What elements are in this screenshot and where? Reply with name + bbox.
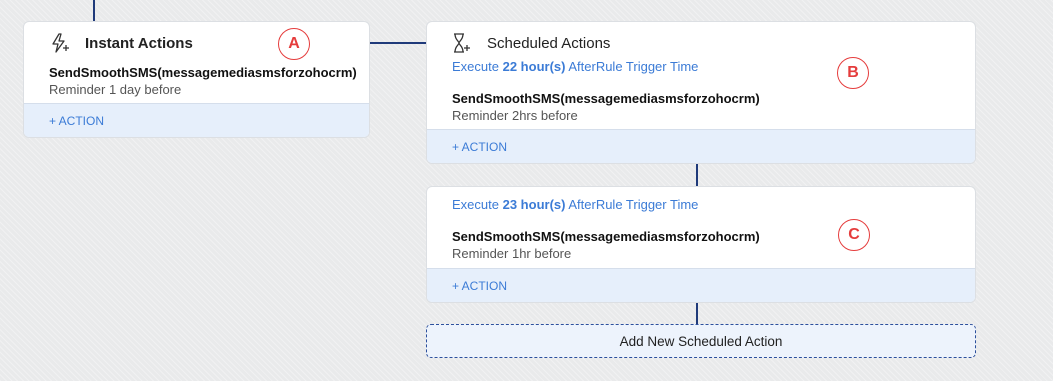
connector-scheduled-2-to-add: [696, 303, 698, 324]
action-description: Reminder 2hrs before: [452, 108, 578, 123]
scheduled-actions-card-1: Scheduled Actions Execute 22 hour(s) Aft…: [426, 21, 976, 164]
exec-suffix: AfterRule Trigger Time: [568, 59, 699, 74]
action-description: Reminder 1 day before: [49, 82, 182, 97]
scheduled-actions-title: Scheduled Actions: [487, 34, 611, 52]
exec-prefix: Execute: [452, 59, 499, 74]
add-action-button[interactable]: + ACTION: [24, 103, 369, 137]
hourglass-plus-icon: [451, 32, 471, 54]
exec-suffix: AfterRule Trigger Time: [568, 197, 699, 212]
connector-instant-to-scheduled: [369, 42, 426, 44]
instant-actions-card: Instant Actions SendSmoothSMS(messagemed…: [23, 21, 370, 138]
exec-duration: 23 hour(s): [502, 197, 566, 212]
add-action-button[interactable]: + ACTION: [427, 268, 975, 302]
scheduled-action-item[interactable]: SendSmoothSMS(messagemediasmsforzohocrm)…: [452, 91, 760, 123]
connector-top: [93, 0, 95, 21]
marker-c: C: [838, 219, 870, 251]
execute-schedule-link[interactable]: Execute 23 hour(s) AfterRule Trigger Tim…: [452, 197, 698, 212]
exec-prefix: Execute: [452, 197, 499, 212]
execute-schedule-link[interactable]: Execute 22 hour(s) AfterRule Trigger Tim…: [452, 59, 698, 74]
action-description: Reminder 1hr before: [452, 246, 572, 261]
instant-action-item[interactable]: SendSmoothSMS(messagemediasmsforzohocrm)…: [49, 65, 357, 97]
marker-a: A: [278, 28, 310, 60]
action-name: SendSmoothSMS(messagemediasmsforzohocrm): [452, 91, 760, 106]
scheduled-action-item[interactable]: SendSmoothSMS(messagemediasmsforzohocrm)…: [452, 229, 760, 261]
marker-b: B: [837, 57, 869, 89]
connector-scheduled-1-to-2: [696, 164, 698, 186]
add-action-button[interactable]: + ACTION: [427, 129, 975, 163]
action-name: SendSmoothSMS(messagemediasmsforzohocrm): [452, 229, 760, 244]
action-name: SendSmoothSMS(messagemediasmsforzohocrm): [49, 65, 357, 80]
scheduled-actions-header: Scheduled Actions: [451, 32, 610, 54]
lightning-plus-icon: [49, 32, 71, 54]
exec-duration: 22 hour(s): [502, 59, 566, 74]
instant-actions-header: Instant Actions: [49, 32, 193, 54]
instant-actions-title: Instant Actions: [85, 34, 193, 52]
scheduled-actions-card-2: Execute 23 hour(s) AfterRule Trigger Tim…: [426, 186, 976, 303]
add-new-scheduled-action-button[interactable]: Add New Scheduled Action: [426, 324, 976, 358]
